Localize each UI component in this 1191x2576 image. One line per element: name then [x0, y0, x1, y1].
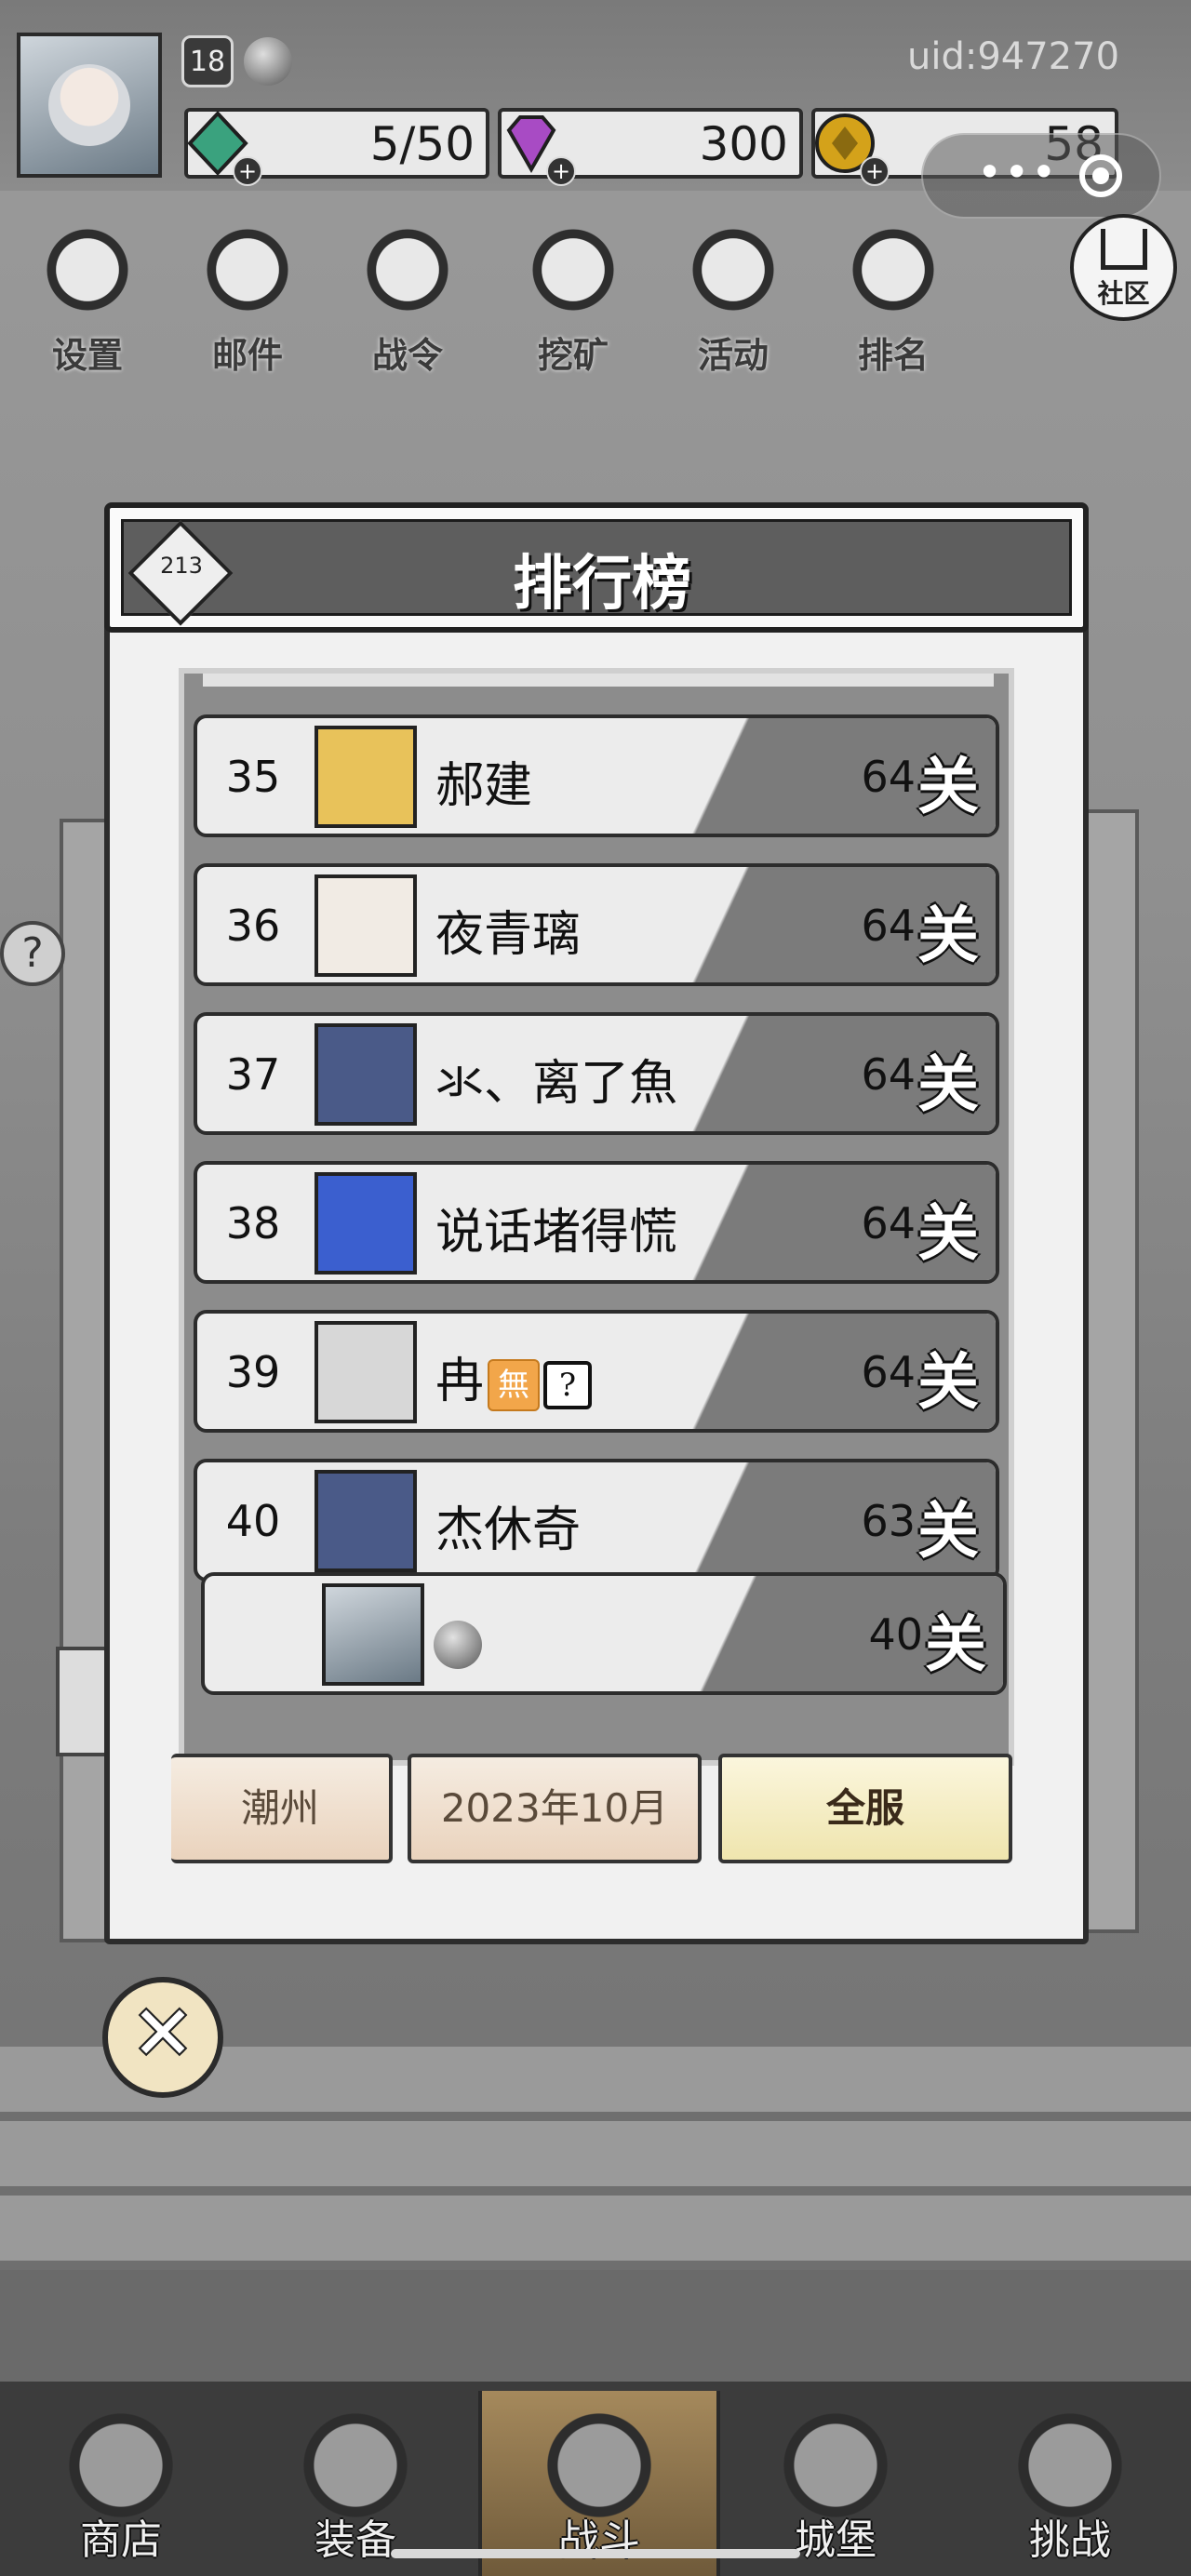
nav-label: 商店	[80, 2516, 162, 2564]
home-indicator	[391, 2549, 800, 2558]
row-score: 63	[861, 1496, 916, 1546]
menu-label: 挖矿	[537, 334, 609, 376]
row-name: 杰休奇	[435, 1502, 582, 1558]
my-unit: 关	[925, 1608, 986, 1680]
podium-icon	[847, 219, 940, 321]
row-avatar	[314, 1172, 417, 1275]
house-icon	[1100, 229, 1147, 270]
nav-challenge[interactable]: 挑战	[968, 2391, 1172, 2576]
menu-label: 设置	[51, 334, 123, 376]
row-unit: 关	[917, 1345, 979, 1418]
dialog-title: 排行榜	[513, 549, 691, 619]
row-score: 64	[861, 1049, 916, 1100]
filter-month-button[interactable]: 2023年10月	[408, 1754, 702, 1863]
menu-settings[interactable]: 设置	[22, 219, 153, 377]
row-rank: 36	[225, 901, 281, 951]
dialog-header: 213 排行榜	[104, 502, 1089, 633]
ore-icon	[527, 219, 620, 321]
ranking-row[interactable]: 40 杰休奇 63 关	[194, 1459, 999, 1582]
ranking-row[interactable]: 37 氺、离了魚 64 关	[194, 1012, 999, 1135]
envelope-icon	[201, 219, 294, 321]
filter-city-button[interactable]: 潮州	[171, 1754, 393, 1863]
row-score: 64	[861, 1198, 916, 1248]
row-unit: 关	[917, 750, 979, 822]
nav-shop[interactable]: 商店	[19, 2391, 223, 2576]
close-button[interactable]: ✕	[102, 1977, 223, 2098]
help-icon[interactable]: ?	[0, 921, 65, 986]
ranking-row[interactable]: 35 郝建 64 关	[194, 714, 999, 837]
gear-icon	[41, 219, 134, 321]
more-icon[interactable]: •••	[977, 147, 1058, 197]
row-unit: 关	[917, 1494, 979, 1567]
community-button[interactable]: 社区	[1070, 214, 1177, 321]
row-avatar	[314, 726, 417, 828]
add-diamond-icon[interactable]: +	[546, 156, 576, 186]
name-tag: ?	[543, 1360, 593, 1409]
menu-events[interactable]: 活动	[668, 219, 798, 377]
menu-mail[interactable]: 邮件	[182, 219, 313, 377]
stone-floor	[0, 2270, 1191, 2382]
row-name: 冉無?	[435, 1341, 593, 1411]
row-avatar	[314, 1321, 417, 1423]
row-rank: 35	[225, 752, 281, 802]
row-name-text: 冉	[435, 1354, 485, 1409]
medal-icon	[361, 219, 454, 321]
nav-label: 挑战	[1029, 2516, 1111, 2564]
row-rank: 38	[225, 1198, 281, 1248]
community-label: 社区	[1097, 278, 1150, 309]
row-rank: 39	[225, 1347, 281, 1397]
menu-battle-pass[interactable]: 战令	[342, 219, 473, 377]
diamond-stat[interactable]: + 300	[498, 108, 803, 186]
row-unit: 关	[917, 899, 979, 971]
menu-label: 邮件	[211, 334, 283, 376]
level-badge: 18	[181, 35, 234, 87]
row-name: 氺、离了魚	[435, 1056, 678, 1112]
user-id: uid:947270	[907, 35, 1120, 78]
laurel-icon	[687, 219, 780, 321]
name-tag: 無	[488, 1358, 541, 1411]
player-avatar[interactable]	[17, 33, 162, 178]
menu-label: 战令	[371, 334, 443, 376]
row-score: 64	[861, 1347, 916, 1397]
ranking-row[interactable]: 39 冉無? 64 关	[194, 1310, 999, 1433]
menu-label: 活动	[697, 334, 769, 376]
menu-label: 排名	[857, 334, 929, 376]
row-avatar	[314, 1023, 417, 1126]
row-score: 64	[861, 901, 916, 951]
row-avatar	[314, 1470, 417, 1572]
filter-server-button[interactable]: 全服	[718, 1754, 1012, 1863]
add-energy-icon[interactable]: +	[233, 156, 262, 186]
row-unit: 关	[917, 1196, 979, 1269]
row-avatar	[314, 874, 417, 977]
my-ranking-row[interactable]: 40 关	[201, 1572, 1007, 1695]
menu-ranking[interactable]: 排名	[828, 219, 958, 377]
ranking-row[interactable]: 38 说话堵得慌 64 关	[194, 1161, 999, 1284]
rank-orb-icon	[434, 1621, 482, 1669]
row-name: 郝建	[435, 758, 533, 814]
my-avatar	[322, 1583, 424, 1686]
avatar-face	[48, 64, 130, 146]
row-score: 64	[861, 752, 916, 802]
row-name: 夜青璃	[435, 907, 582, 963]
diamond-value: 300	[699, 117, 788, 171]
rank-orb-icon	[244, 37, 292, 86]
energy-stat[interactable]: + 5/50	[184, 108, 489, 186]
close-miniprogram-icon[interactable]	[1079, 154, 1122, 197]
menu-mining[interactable]: 挖矿	[508, 219, 638, 377]
list-top-strip	[203, 674, 994, 687]
ranking-row[interactable]: 36 夜青璃 64 关	[194, 863, 999, 986]
row-rank: 40	[225, 1496, 281, 1546]
row-unit: 关	[917, 1048, 979, 1120]
row-rank: 37	[225, 1049, 281, 1100]
ranking-dialog: 35 郝建 64 关 36 夜青璃 64 关 37 氺、离了魚 64 关 38 …	[104, 502, 1089, 1944]
add-gold-icon[interactable]: +	[860, 156, 890, 186]
my-score: 40	[868, 1609, 923, 1660]
energy-value: 5/50	[369, 117, 475, 171]
row-name: 说话堵得慌	[435, 1205, 678, 1261]
